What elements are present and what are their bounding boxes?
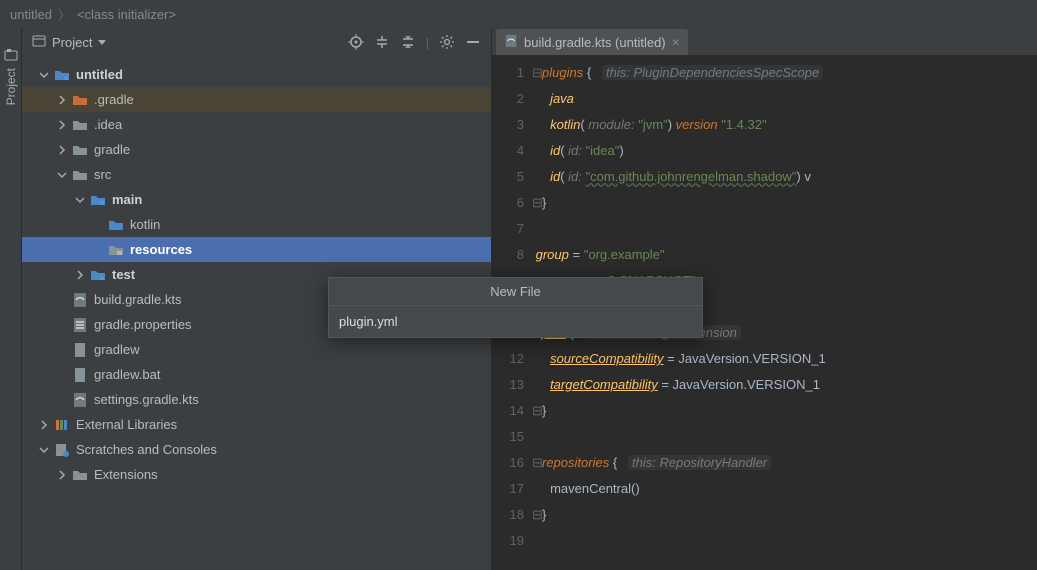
chevron-right-icon: 〉	[58, 5, 71, 24]
tree-node-gradlew[interactable]: gradlew	[22, 337, 491, 362]
breadcrumb-context: <class initializer>	[77, 7, 176, 22]
expand-all-icon[interactable]	[374, 34, 390, 50]
tree-label: External Libraries	[76, 417, 177, 432]
new-file-popup: New File	[328, 277, 703, 338]
tree-label: kotlin	[130, 217, 160, 232]
tree-label: gradlew	[94, 342, 140, 357]
expander-closed-icon[interactable]	[38, 419, 50, 431]
expander-blank	[92, 244, 104, 256]
folder-icon	[72, 117, 88, 133]
tree-node-main[interactable]: main	[22, 187, 491, 212]
expander-closed-icon[interactable]	[56, 469, 68, 481]
dropdown-arrow-icon[interactable]	[98, 40, 106, 45]
module-folder-icon	[90, 267, 106, 283]
editor-tab[interactable]: build.gradle.kts (untitled) ×	[496, 29, 688, 55]
resources-folder-icon	[108, 242, 124, 258]
popup-title: New File	[329, 278, 702, 306]
tree-label: Scratches and Consoles	[76, 442, 217, 457]
module-folder-icon	[90, 192, 106, 208]
expander-closed-icon[interactable]	[56, 94, 68, 106]
tool-window-bar: Project	[0, 28, 22, 570]
folder-icon	[72, 142, 88, 158]
folder-icon	[72, 467, 88, 483]
tree-node-extensions[interactable]: Extensions	[22, 462, 491, 487]
expander-closed-icon[interactable]	[56, 144, 68, 156]
project-tool-icon[interactable]	[4, 48, 18, 62]
properties-icon	[72, 317, 88, 333]
separator: |	[426, 35, 429, 50]
tree-label: build.gradle.kts	[94, 292, 181, 307]
expander-closed-icon[interactable]	[74, 269, 86, 281]
tree-node-settingsgradle[interactable]: settings.gradle.kts	[22, 387, 491, 412]
tree-node-kotlin[interactable]: kotlin	[22, 212, 491, 237]
tree-label: gradlew.bat	[94, 367, 161, 382]
folder-icon	[72, 167, 88, 183]
folder-excluded-icon	[72, 92, 88, 108]
project-view-title[interactable]: Project	[52, 35, 92, 50]
tree-node-extlibs[interactable]: External Libraries	[22, 412, 491, 437]
project-tool-tab[interactable]: Project	[4, 68, 18, 105]
breadcrumb-project[interactable]: untitled	[10, 7, 52, 22]
scratches-icon	[54, 442, 70, 458]
expander-blank	[56, 319, 68, 331]
expander-blank	[56, 369, 68, 381]
new-file-input[interactable]	[329, 306, 702, 337]
hide-icon[interactable]	[465, 34, 481, 50]
collapse-all-icon[interactable]	[400, 34, 416, 50]
expander-open-icon[interactable]	[56, 169, 68, 181]
tree-node-scratches[interactable]: Scratches and Consoles	[22, 437, 491, 462]
expander-blank	[56, 294, 68, 306]
file-icon	[72, 342, 88, 358]
expander-blank	[92, 219, 104, 231]
libraries-icon	[54, 417, 70, 433]
tree-label: Extensions	[94, 467, 158, 482]
tree-node-src[interactable]: src	[22, 162, 491, 187]
tree-label: gradle	[94, 142, 130, 157]
tree-label: gradle.properties	[94, 317, 192, 332]
project-panel-header: Project |	[22, 28, 491, 56]
file-icon	[72, 367, 88, 383]
gradle-kts-icon	[504, 34, 518, 51]
module-folder-icon	[54, 67, 70, 83]
close-icon[interactable]: ×	[672, 34, 680, 50]
tree-node-gradle-dir[interactable]: .gradle	[22, 87, 491, 112]
tree-node-gradle[interactable]: gradle	[22, 137, 491, 162]
gradle-kts-icon	[72, 392, 88, 408]
tree-node-root[interactable]: untitled	[22, 62, 491, 87]
tree-label: untitled	[76, 67, 123, 82]
tree-node-gradlewbat[interactable]: gradlew.bat	[22, 362, 491, 387]
tree-label: test	[112, 267, 135, 282]
expander-open-icon[interactable]	[38, 444, 50, 456]
expander-open-icon[interactable]	[74, 194, 86, 206]
tree-label: settings.gradle.kts	[94, 392, 199, 407]
tree-label: .gradle	[94, 92, 134, 107]
editor-tab-bar: build.gradle.kts (untitled) ×	[492, 28, 1037, 56]
expander-closed-icon[interactable]	[56, 119, 68, 131]
gradle-kts-icon	[72, 292, 88, 308]
editor-tab-label: build.gradle.kts (untitled)	[524, 35, 666, 50]
expander-open-icon[interactable]	[38, 69, 50, 81]
locate-icon[interactable]	[348, 34, 364, 50]
tree-label: src	[94, 167, 111, 182]
tree-node-resources[interactable]: resources	[22, 237, 491, 262]
tree-node-idea[interactable]: .idea	[22, 112, 491, 137]
expander-blank	[56, 394, 68, 406]
expander-blank	[56, 344, 68, 356]
tree-label: .idea	[94, 117, 122, 132]
tree-label: resources	[130, 242, 192, 257]
project-view-icon	[32, 34, 46, 51]
breadcrumb: untitled 〉 <class initializer>	[0, 0, 1037, 28]
tree-label: main	[112, 192, 142, 207]
gear-icon[interactable]	[439, 34, 455, 50]
source-folder-icon	[108, 217, 124, 233]
